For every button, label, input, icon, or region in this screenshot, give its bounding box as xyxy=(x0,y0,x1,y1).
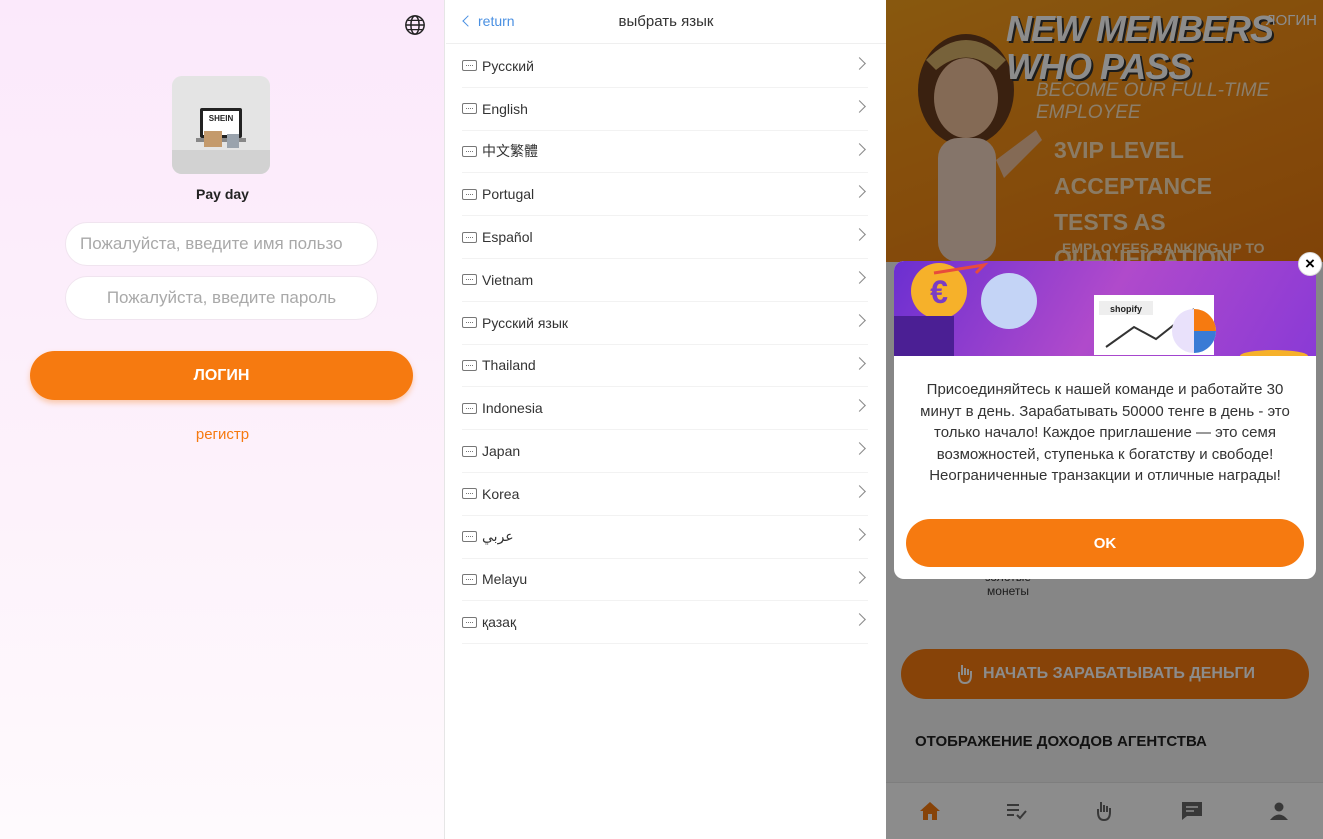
language-item[interactable]: Melayu xyxy=(462,559,868,602)
chevron-right-icon xyxy=(853,527,866,541)
language-item[interactable]: Indonesia xyxy=(462,387,868,431)
chevron-right-icon xyxy=(853,313,866,327)
keyboard-icon xyxy=(462,616,477,628)
username-placeholder: Пожалуйста, введите имя пользо xyxy=(80,234,343,253)
shopify-illustration: € shopify xyxy=(894,262,1308,362)
keyboard-icon xyxy=(462,60,477,72)
language-label: Korea xyxy=(482,485,520,502)
keyboard-icon xyxy=(462,445,477,457)
modal-illustration: € shopify xyxy=(894,261,1316,362)
chevron-right-icon xyxy=(853,228,866,242)
promo-modal: € shopify Присоединяйтесь к нашей команд… xyxy=(894,261,1316,579)
svg-text:SHEIN: SHEIN xyxy=(209,114,234,123)
chevron-right-icon xyxy=(853,442,866,456)
language-item[interactable]: English xyxy=(462,88,868,131)
keyboard-icon xyxy=(462,103,477,115)
keyboard-icon xyxy=(462,145,477,157)
language-label: қазақ xyxy=(482,614,517,631)
keyboard-icon xyxy=(462,188,477,200)
chevron-right-icon xyxy=(853,142,866,156)
language-label: Русский xyxy=(482,57,534,74)
language-label: عربي xyxy=(482,528,514,545)
password-input[interactable]: Пожалуйста, введите пароль xyxy=(65,276,378,320)
language-item[interactable]: 中文繁體 xyxy=(462,131,868,174)
login-panel: SHEIN Pay day Пожалуйста, введите имя по… xyxy=(0,0,445,839)
shein-laptop-image: SHEIN xyxy=(172,76,270,174)
svg-text:€: € xyxy=(930,274,948,310)
language-item[interactable]: Español xyxy=(462,216,868,259)
keyboard-icon xyxy=(462,231,477,243)
language-panel: return выбрать язык Русский English 中文繁體… xyxy=(446,0,886,839)
chevron-right-icon xyxy=(853,271,866,284)
language-item[interactable]: Portugal xyxy=(462,173,868,217)
language-label: Thailand xyxy=(482,357,536,374)
language-item[interactable]: عربي xyxy=(462,516,868,559)
keyboard-icon xyxy=(462,317,477,329)
close-icon[interactable]: × xyxy=(1298,252,1322,276)
keyboard-icon xyxy=(462,531,477,543)
language-label: Indonesia xyxy=(482,400,543,417)
keyboard-icon xyxy=(462,359,477,371)
language-item[interactable]: Русский язык xyxy=(462,302,868,345)
modal-message: Присоединяйтесь к нашей команде и работа… xyxy=(920,381,1290,484)
chevron-right-icon xyxy=(853,613,866,627)
home-panel: NEW MEMBERS WHO PASS BECOME OUR FULL-TIM… xyxy=(886,0,1323,839)
svg-text:shopify: shopify xyxy=(1110,304,1142,314)
language-label: Vietnam xyxy=(482,271,534,288)
register-link[interactable]: регистр xyxy=(0,426,445,443)
language-label: English xyxy=(482,100,528,117)
username-input[interactable]: Пожалуйста, введите имя пользо xyxy=(65,222,378,266)
language-item[interactable]: Vietnam xyxy=(462,259,868,302)
keyboard-icon xyxy=(462,488,477,500)
chevron-right-icon xyxy=(853,485,866,498)
globe-icon[interactable] xyxy=(404,14,426,36)
chevron-right-icon xyxy=(853,570,866,584)
language-list: Русский English 中文繁體 Portugal Español Vi… xyxy=(446,45,886,645)
language-label: Japan xyxy=(482,443,521,460)
language-item[interactable]: Japan xyxy=(462,430,868,473)
app-name: Pay day xyxy=(196,186,249,202)
language-item[interactable]: Korea xyxy=(462,473,868,516)
language-label: Русский язык xyxy=(482,314,569,331)
chevron-right-icon xyxy=(853,57,866,70)
language-label: Melayu xyxy=(482,571,528,588)
keyboard-icon xyxy=(462,573,477,585)
language-item[interactable]: Thailand xyxy=(462,345,868,388)
language-label: Portugal xyxy=(482,186,535,203)
password-placeholder: Пожалуйста, введите пароль xyxy=(106,288,337,307)
language-header: return выбрать язык xyxy=(446,0,886,44)
language-item[interactable]: Русский xyxy=(462,45,868,88)
page-title: выбрать язык xyxy=(618,13,714,30)
login-button[interactable]: ЛОГИН xyxy=(30,351,413,400)
keyboard-icon xyxy=(462,402,477,414)
app-logo: SHEIN xyxy=(172,76,270,174)
chevron-right-icon xyxy=(853,185,866,199)
chevron-right-icon xyxy=(853,99,866,113)
chevron-right-icon xyxy=(853,399,866,413)
language-label: Español xyxy=(482,229,533,246)
ok-button[interactable]: OK xyxy=(906,519,1304,567)
language-item[interactable]: қазақ xyxy=(462,601,868,645)
language-label: 中文繁體 xyxy=(482,143,538,160)
keyboard-icon xyxy=(462,274,477,286)
chevron-right-icon xyxy=(853,356,866,370)
